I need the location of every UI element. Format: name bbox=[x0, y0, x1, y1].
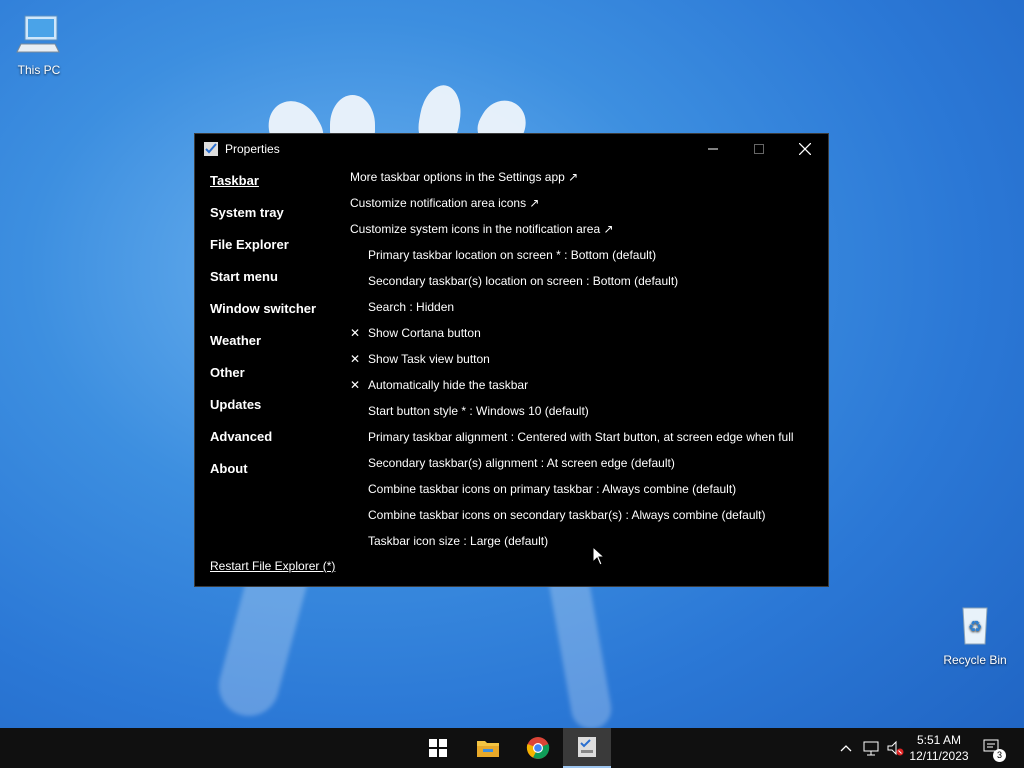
option-label: Customize system icons in the notificati… bbox=[350, 222, 614, 236]
checkmark-icon: ✕ bbox=[350, 326, 361, 340]
nav-advanced[interactable]: Advanced bbox=[210, 428, 316, 460]
chrome-icon bbox=[526, 737, 550, 759]
option-label: Combine taskbar icons on secondary taskb… bbox=[368, 508, 766, 522]
option-secondary-alignment[interactable]: Secondary taskbar(s) alignment : At scre… bbox=[350, 455, 818, 481]
network-tray-button[interactable] bbox=[860, 728, 882, 768]
option-notification-icons-link[interactable]: Customize notification area icons ↗ bbox=[350, 195, 818, 221]
network-icon bbox=[863, 741, 879, 756]
option-label: Start button style * : Windows 10 (defau… bbox=[368, 404, 589, 418]
properties-app-icon bbox=[578, 737, 596, 757]
option-secondary-location[interactable]: Secondary taskbar(s) location on screen … bbox=[350, 273, 818, 299]
properties-window: Properties Taskbar System tray File Expl… bbox=[194, 133, 829, 587]
nav-file-explorer[interactable]: File Explorer bbox=[210, 236, 316, 268]
show-hidden-icons-button[interactable] bbox=[838, 728, 854, 768]
desktop-icon-label: Recycle Bin bbox=[943, 653, 1007, 667]
file-explorer-taskbar-button[interactable] bbox=[464, 728, 512, 768]
desktop-icon-this-pc[interactable]: This PC bbox=[4, 10, 74, 77]
option-combine-secondary[interactable]: Combine taskbar icons on secondary taskb… bbox=[350, 507, 818, 533]
option-label: Taskbar icon size : Large (default) bbox=[368, 534, 549, 548]
option-label: Primary taskbar location on screen * : B… bbox=[368, 248, 657, 262]
maximize-icon bbox=[754, 144, 764, 154]
title-bar[interactable]: Properties bbox=[195, 134, 828, 164]
clock-time: 5:51 AM bbox=[916, 733, 962, 747]
nav-taskbar[interactable]: Taskbar bbox=[210, 172, 316, 204]
maximize-button[interactable] bbox=[736, 134, 782, 164]
option-start-button-style[interactable]: Start button style * : Windows 10 (defau… bbox=[350, 403, 818, 429]
chrome-taskbar-button[interactable] bbox=[514, 728, 562, 768]
chevron-up-icon bbox=[840, 745, 852, 752]
windows-logo-icon bbox=[429, 739, 447, 757]
nav-system-tray[interactable]: System tray bbox=[210, 204, 316, 236]
option-combine-primary[interactable]: Combine taskbar icons on primary taskbar… bbox=[350, 481, 818, 507]
option-label: More taskbar options in the Settings app… bbox=[350, 170, 579, 184]
settings-nav: Taskbar System tray File Explorer Start … bbox=[210, 172, 316, 492]
start-button[interactable] bbox=[414, 728, 462, 768]
folder-icon bbox=[477, 741, 499, 757]
nav-start-menu[interactable]: Start menu bbox=[210, 268, 316, 300]
option-icon-size[interactable]: Taskbar icon size : Large (default) bbox=[350, 533, 818, 559]
nav-window-switcher[interactable]: Window switcher bbox=[210, 300, 316, 332]
option-label: Combine taskbar icons on primary taskbar… bbox=[368, 482, 737, 496]
checkmark-icon: ✕ bbox=[350, 378, 361, 392]
mouse-cursor-icon bbox=[592, 546, 606, 566]
option-show-cortana[interactable]: ✕ Show Cortana button bbox=[350, 325, 818, 351]
option-label: Search : Hidden bbox=[368, 300, 455, 314]
option-auto-hide[interactable]: ✕ Automatically hide the taskbar bbox=[350, 377, 818, 403]
nav-other[interactable]: Other bbox=[210, 364, 316, 396]
option-label: Show Task view button bbox=[368, 352, 490, 366]
svg-text:♻: ♻ bbox=[968, 617, 982, 636]
nav-weather[interactable]: Weather bbox=[210, 332, 316, 364]
clock[interactable]: 5:51 AM 12/11/2023 bbox=[900, 732, 978, 764]
properties-taskbar-button[interactable] bbox=[563, 728, 611, 768]
option-label: Secondary taskbar(s) alignment : At scre… bbox=[368, 456, 675, 470]
desktop-icon-recycle-bin[interactable]: ♻ Recycle Bin bbox=[940, 600, 1010, 667]
option-search[interactable]: Search : Hidden bbox=[350, 299, 818, 325]
recycle-bin-icon: ♻ bbox=[962, 607, 988, 645]
action-center-button[interactable]: 3 bbox=[980, 728, 1006, 768]
nav-about[interactable]: About bbox=[210, 460, 316, 492]
close-icon bbox=[799, 143, 811, 155]
option-label: Automatically hide the taskbar bbox=[368, 378, 529, 392]
window-title: Properties bbox=[225, 142, 280, 156]
option-primary-location[interactable]: Primary taskbar location on screen * : B… bbox=[350, 247, 818, 273]
option-system-icons-link[interactable]: Customize system icons in the notificati… bbox=[350, 221, 818, 247]
option-primary-alignment[interactable]: Primary taskbar alignment : Centered wit… bbox=[350, 429, 818, 455]
computer-icon bbox=[16, 15, 60, 53]
close-button[interactable] bbox=[782, 134, 828, 164]
notification-count-badge: 3 bbox=[993, 749, 1006, 762]
option-label: Customize notification area icons ↗ bbox=[350, 196, 540, 210]
nav-updates[interactable]: Updates bbox=[210, 396, 316, 428]
option-label: Secondary taskbar(s) location on screen … bbox=[368, 274, 679, 288]
checkmark-icon: ✕ bbox=[350, 352, 361, 366]
option-label: Primary taskbar alignment : Centered wit… bbox=[368, 430, 794, 444]
restart-file-explorer-link[interactable]: Restart File Explorer (*) bbox=[210, 559, 335, 573]
option-settings-app-link[interactable]: More taskbar options in the Settings app… bbox=[350, 169, 818, 195]
option-show-task-view[interactable]: ✕ Show Task view button bbox=[350, 351, 818, 377]
desktop-icon-label: This PC bbox=[17, 63, 61, 77]
taskbar: 5:51 AM 12/11/2023 3 bbox=[0, 728, 1024, 768]
minimize-icon bbox=[708, 148, 718, 150]
app-icon bbox=[204, 142, 218, 156]
minimize-button[interactable] bbox=[690, 134, 736, 164]
clock-date: 12/11/2023 bbox=[909, 749, 969, 763]
taskbar-options: More taskbar options in the Settings app… bbox=[350, 169, 818, 559]
option-label: Show Cortana button bbox=[368, 326, 481, 340]
